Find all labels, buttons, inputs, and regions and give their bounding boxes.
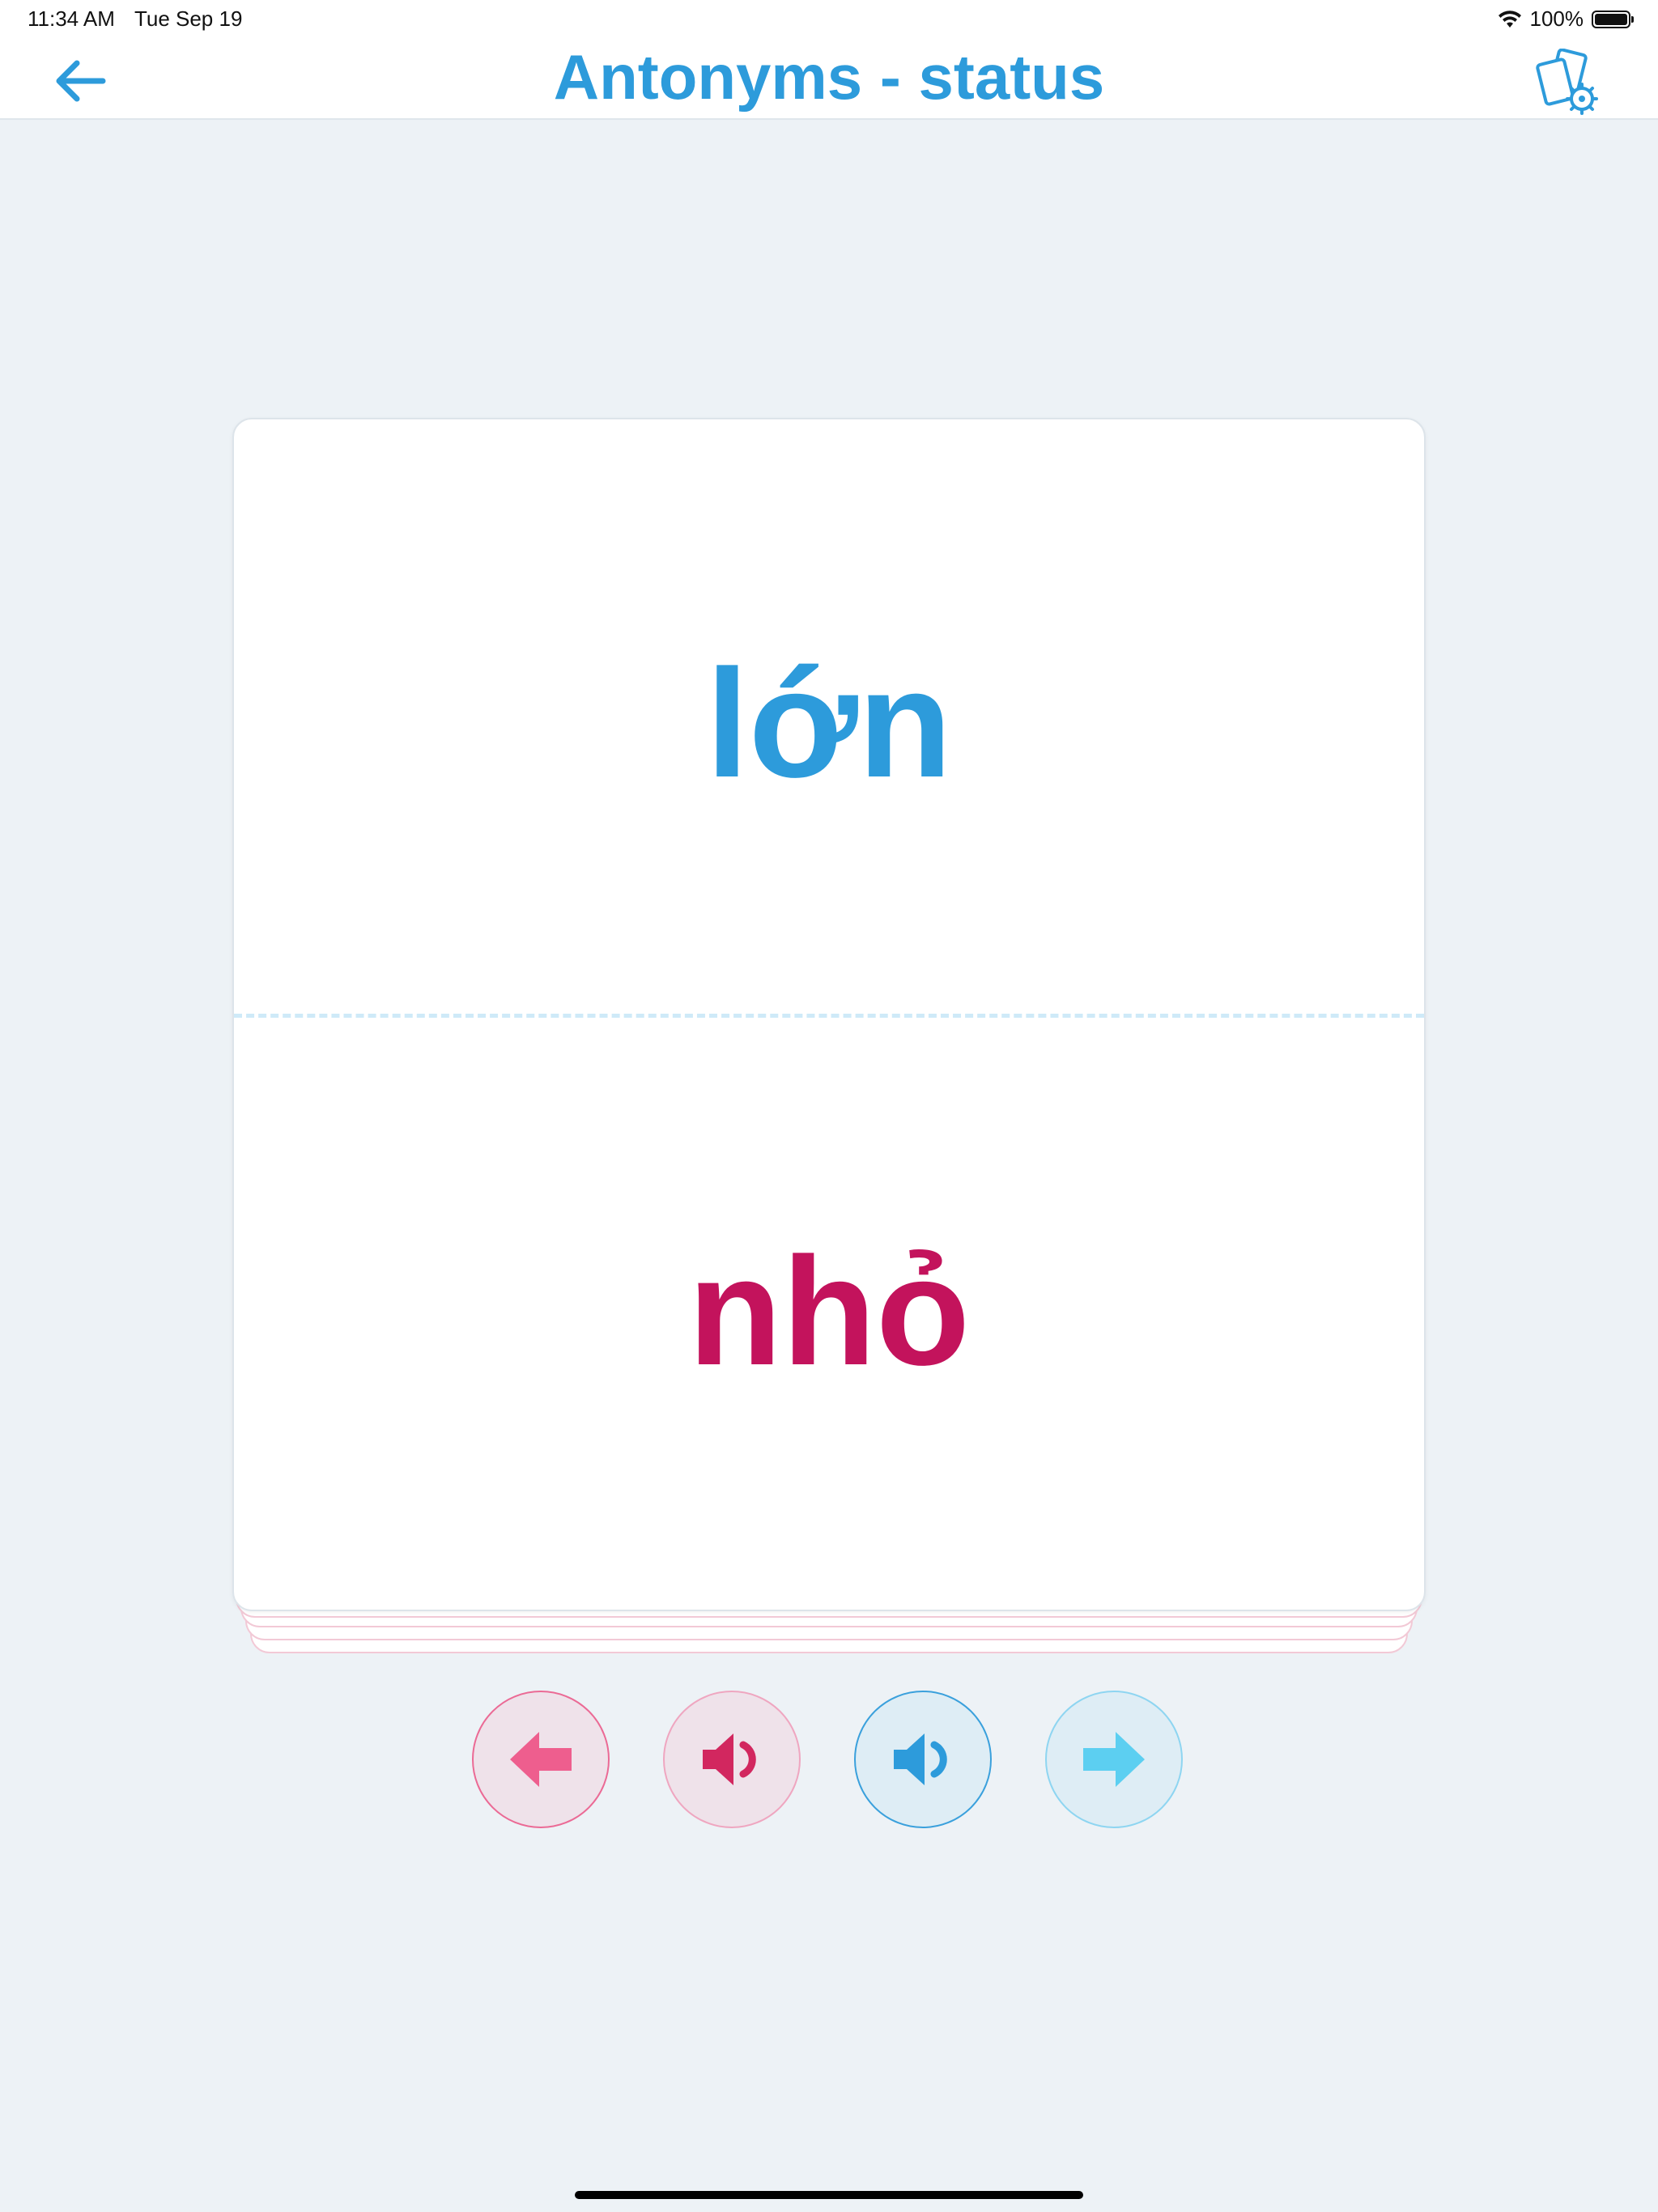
wifi-icon	[1498, 10, 1521, 28]
page-title: Antonyms - status	[553, 41, 1105, 113]
card-settings-button[interactable]	[1533, 48, 1603, 118]
play-bottom-word-audio-button[interactable]	[663, 1691, 801, 1828]
status-bar-right: 100%	[1498, 6, 1634, 32]
play-top-word-audio-button[interactable]	[854, 1691, 992, 1828]
top-bar: 11:34 AM Tue Sep 19 100% Antonyms - stat…	[0, 0, 1658, 120]
bottom-word: nhỏ	[687, 1225, 971, 1397]
status-time: 11:34 AM	[28, 6, 115, 31]
home-indicator[interactable]	[575, 2191, 1083, 2199]
battery-percent: 100%	[1529, 6, 1584, 31]
card-bottom-half[interactable]: nhỏ	[234, 1016, 1424, 1611]
status-bar-left: 11:34 AM Tue Sep 19	[28, 6, 242, 32]
card-controls	[472, 1691, 1186, 1831]
next-card-button[interactable]	[1045, 1691, 1183, 1828]
flashcard[interactable]: lớn nhỏ	[232, 418, 1426, 1611]
top-word: lớn	[706, 637, 952, 810]
flashcard-stack: lớn nhỏ	[232, 418, 1426, 1665]
speaker-icon	[703, 1733, 756, 1785]
cards-gear-icon	[1536, 48, 1598, 115]
arrow-right-icon	[1083, 1732, 1145, 1787]
card-top-half[interactable]: lớn	[234, 419, 1424, 1015]
speaker-icon	[894, 1733, 947, 1785]
previous-card-button[interactable]	[472, 1691, 610, 1828]
battery-icon	[1592, 10, 1634, 28]
arrow-left-icon	[510, 1732, 572, 1787]
status-date: Tue Sep 19	[134, 6, 243, 31]
